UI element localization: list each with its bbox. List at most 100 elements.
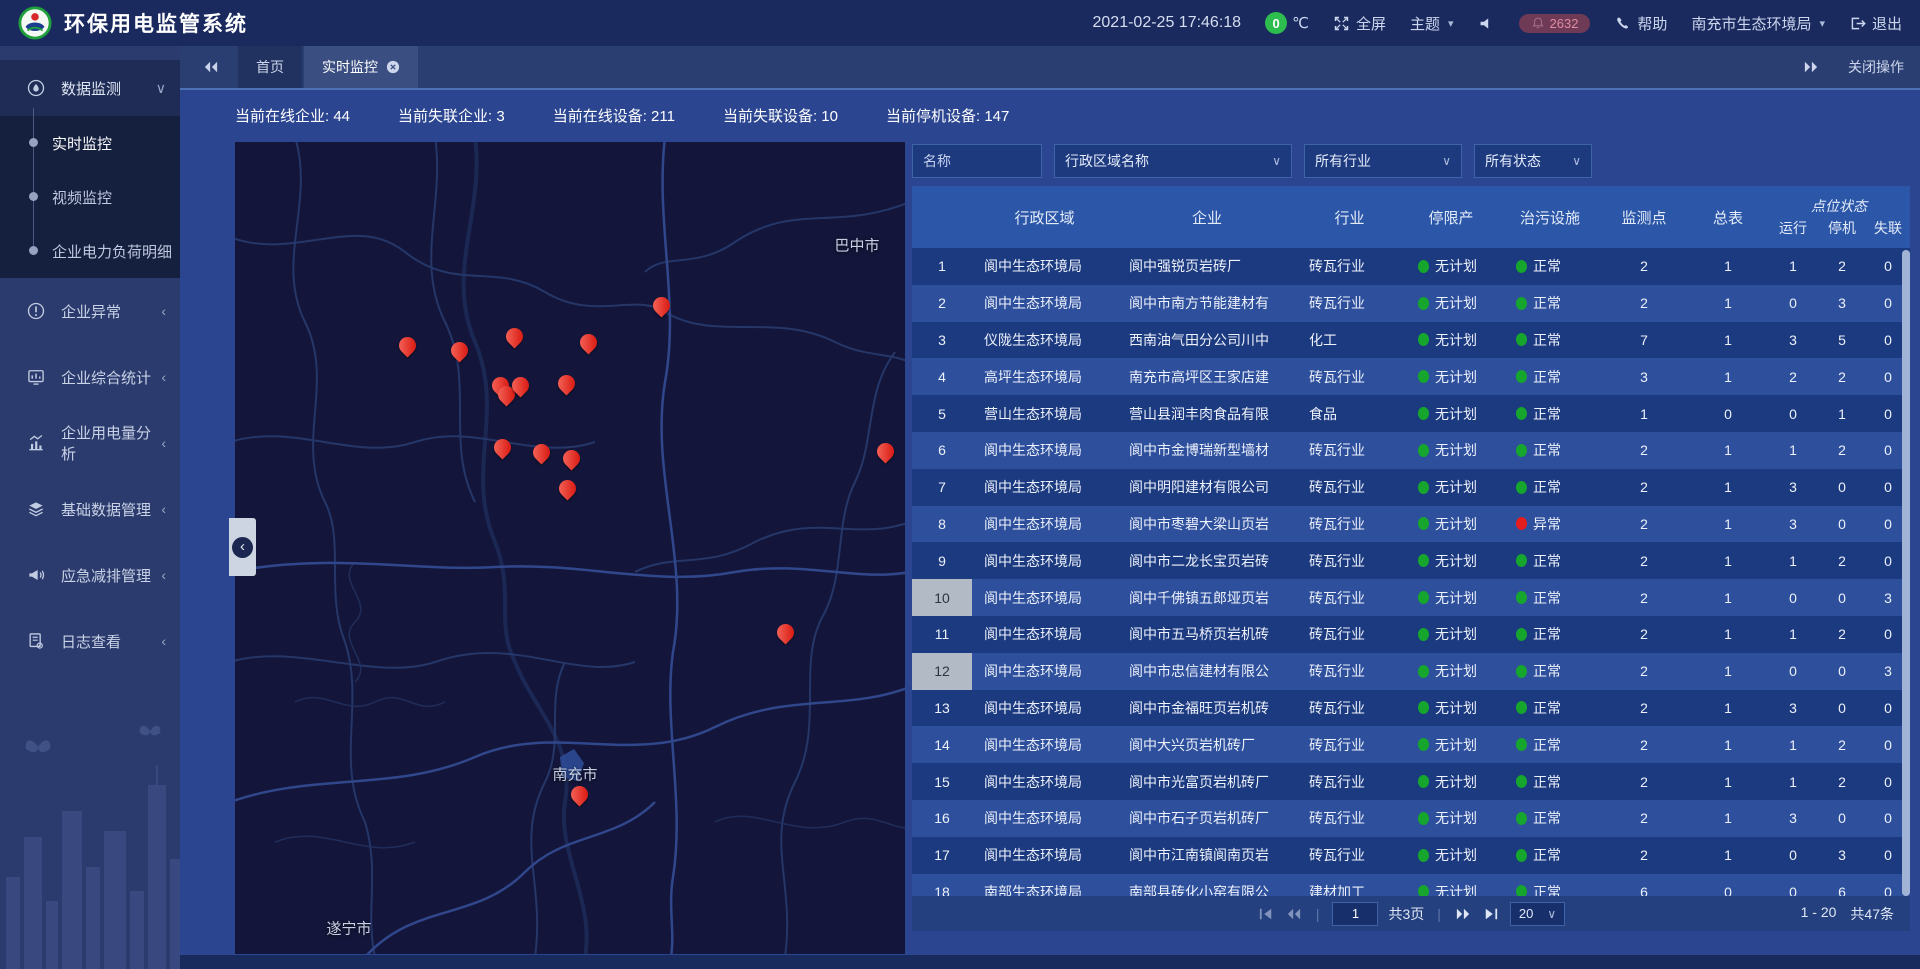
mute-speaker-icon[interactable] — [1478, 15, 1495, 32]
logout-button[interactable]: 退出 — [1849, 13, 1902, 34]
user-dropdown[interactable]: 南充市生态环境局 ▾ — [1691, 13, 1825, 34]
table-scrollbar[interactable] — [1902, 250, 1910, 896]
sidebar-item[interactable]: 基础数据管理‹ — [0, 476, 180, 542]
tab-close-icon[interactable] — [386, 60, 400, 74]
table-row[interactable]: 1阆中生态环境局阆中强锐页岩砖厂砖瓦行业无计划正常21120 — [912, 248, 1910, 285]
theme-dropdown[interactable]: 主题 ▾ — [1410, 13, 1454, 34]
sidebar-subitem[interactable]: 实时监控 — [0, 116, 180, 170]
first-page-button[interactable] — [1257, 907, 1275, 921]
cell-treatment-status: 异常 — [1500, 506, 1600, 543]
cell-limit-status: 无计划 — [1402, 726, 1500, 763]
table-row[interactable]: 11阆中生态环境局阆中市五马桥页岩机砖砖瓦行业无计划正常21120 — [912, 616, 1910, 653]
column-header: 监测点 — [1600, 186, 1688, 248]
region-filter-select[interactable]: 行政区域名称 ∨ — [1054, 144, 1292, 178]
table-row[interactable]: 10阆中生态环境局阆中千佛镇五郎垭页岩砖瓦行业无计划正常21003 — [912, 579, 1910, 616]
treatment-status-label: 正常 — [1533, 845, 1561, 865]
table-row[interactable]: 6阆中生态环境局阆中市金博瑞新型墙材砖瓦行业无计划正常21120 — [912, 432, 1910, 469]
table-row[interactable]: 14阆中生态环境局阆中大兴页岩机砖厂砖瓦行业无计划正常21120 — [912, 726, 1910, 763]
sidebar-subitem[interactable]: 企业电力负荷明细 — [0, 224, 180, 278]
name-filter-input[interactable] — [912, 144, 1042, 178]
close-operations-button[interactable]: 关闭操作 — [1848, 57, 1904, 77]
table-row[interactable]: 9阆中生态环境局阆中市二龙长宝页岩砖砖瓦行业无计划正常21120 — [912, 542, 1910, 579]
sidebar-group: 基础数据管理‹ — [0, 476, 180, 542]
cell-meters: 1 — [1688, 763, 1768, 800]
cell-monitor-points: 2 — [1600, 469, 1688, 506]
treatment-status-label: 正常 — [1533, 624, 1561, 644]
status-filter-select[interactable]: 所有状态 ∨ — [1474, 144, 1592, 178]
map-panel[interactable]: ‹ 巴中市南充市遂宁市 — [235, 142, 905, 954]
cell-treatment-status: 正常 — [1500, 726, 1600, 763]
cell-monitor-points: 2 — [1600, 579, 1688, 616]
last-page-button[interactable] — [1482, 907, 1500, 921]
table-row[interactable]: 18南部生态环境局南部县砖化小窑有限公建材加工无计划正常60060 — [912, 874, 1910, 896]
column-group-columns: 运行停机失联 — [1768, 218, 1910, 238]
table-row[interactable]: 16阆中生态环境局阆中市石子页岩机砖厂砖瓦行业无计划正常21300 — [912, 800, 1910, 837]
table-row[interactable]: 3仪陇生态环境局西南油气田分公司川中化工无计划正常71350 — [912, 322, 1910, 359]
status-filter-value: 所有状态 — [1485, 151, 1541, 171]
temperature-unit: ℃ — [1292, 14, 1309, 32]
pagination-summary: 1 - 20 共47条 — [1801, 904, 1894, 924]
sidebar-item[interactable]: 应急减排管理‹ — [0, 542, 180, 608]
table-row[interactable]: 2阆中生态环境局阆中市南方节能建材有砖瓦行业无计划正常21030 — [912, 285, 1910, 322]
fullscreen-button[interactable]: 全屏 — [1333, 13, 1386, 34]
sidebar-item[interactable]: 日志查看‹ — [0, 608, 180, 674]
temperature: 0 ℃ — [1265, 12, 1309, 34]
status-dot-green — [1516, 885, 1527, 896]
tabs-scroll-left-icon[interactable] — [202, 60, 220, 74]
page-size-select[interactable]: 20 ∨ — [1510, 902, 1565, 926]
table-row[interactable]: 13阆中生态环境局阆中市金福旺页岩机砖砖瓦行业无计划正常21300 — [912, 690, 1910, 727]
status-dot-green — [1516, 444, 1527, 457]
cell-region: 阆中生态环境局 — [972, 653, 1117, 690]
industry-filter-select[interactable]: 所有行业 ∨ — [1304, 144, 1462, 178]
cell-stopped: 0 — [1818, 506, 1866, 543]
tab-item[interactable]: 首页 — [238, 46, 302, 88]
sidebar-item[interactable]: 企业综合统计‹ — [0, 344, 180, 410]
table-row[interactable]: 17阆中生态环境局阆中市江南镇阆南页岩砖瓦行业无计划正常21030 — [912, 837, 1910, 874]
table-row[interactable]: 7阆中生态环境局阆中明阳建材有限公司砖瓦行业无计划正常21300 — [912, 469, 1910, 506]
table-row[interactable]: 8阆中生态环境局阆中市枣碧大梁山页岩砖瓦行业无计划异常21300 — [912, 506, 1910, 543]
cell-meters: 1 — [1688, 432, 1768, 469]
sidebar-item[interactable]: 企业异常‹ — [0, 278, 180, 344]
map-collapse-handle[interactable]: ‹ — [229, 518, 256, 576]
cell-running: 3 — [1768, 469, 1818, 506]
next-page-button[interactable] — [1454, 907, 1472, 921]
table-row[interactable]: 4高坪生态环境局南充市高坪区王家店建砖瓦行业无计划正常31220 — [912, 358, 1910, 395]
sidebar-item[interactable]: 数据监测∨ — [0, 60, 180, 116]
limit-status-label: 无计划 — [1435, 772, 1477, 792]
cell-industry: 砖瓦行业 — [1297, 616, 1402, 653]
cell-stopped: 0 — [1818, 469, 1866, 506]
tab-list: 首页实时监控 — [238, 46, 420, 88]
column-header: 停限产 — [1402, 186, 1500, 248]
divider: | — [1437, 906, 1441, 922]
tab-label: 实时监控 — [322, 57, 378, 77]
table-row[interactable]: 15阆中生态环境局阆中市光富页岩机砖厂砖瓦行业无计划正常21120 — [912, 763, 1910, 800]
help-button[interactable]: 帮助 — [1614, 13, 1667, 34]
column-header: 行业 — [1297, 186, 1402, 248]
cell-industry: 砖瓦行业 — [1297, 248, 1402, 285]
page-number-input[interactable] — [1332, 902, 1378, 926]
limit-status-label: 无计划 — [1435, 367, 1477, 387]
limit-status-label: 无计划 — [1435, 256, 1477, 276]
row-index: 7 — [912, 469, 972, 506]
prev-page-button[interactable] — [1285, 907, 1303, 921]
scrollbar-thumb[interactable] — [1902, 250, 1910, 896]
table-row[interactable]: 5营山生态环境局营山县润丰肉食品有限食品无计划正常10010 — [912, 395, 1910, 432]
sidebar-subitem[interactable]: 视频监控 — [0, 170, 180, 224]
cell-monitor-points: 1 — [1600, 395, 1688, 432]
stat-item: 当前失联企业: 3 — [398, 105, 505, 126]
pagination-total: 共47条 — [1850, 904, 1894, 924]
column-header: 运行 — [1768, 218, 1818, 238]
status-dot-green — [1418, 260, 1429, 273]
map-roads — [235, 142, 905, 954]
cell-running: 3 — [1768, 506, 1818, 543]
notifications-badge[interactable]: 2632 — [1519, 14, 1591, 33]
table-row[interactable]: 12阆中生态环境局阆中市忠信建材有限公砖瓦行业无计划正常21003 — [912, 653, 1910, 690]
tabs-scroll-right-icon[interactable] — [1802, 60, 1820, 74]
log-icon — [26, 631, 46, 651]
sidebar-item[interactable]: 企业用电量分析‹ — [0, 410, 180, 476]
tab-item[interactable]: 实时监控 — [304, 46, 418, 88]
cell-monitor-points: 2 — [1600, 763, 1688, 800]
cell-region: 阆中生态环境局 — [972, 542, 1117, 579]
cell-industry: 砖瓦行业 — [1297, 542, 1402, 579]
sidebar-item-label: 应急减排管理 — [61, 565, 161, 586]
